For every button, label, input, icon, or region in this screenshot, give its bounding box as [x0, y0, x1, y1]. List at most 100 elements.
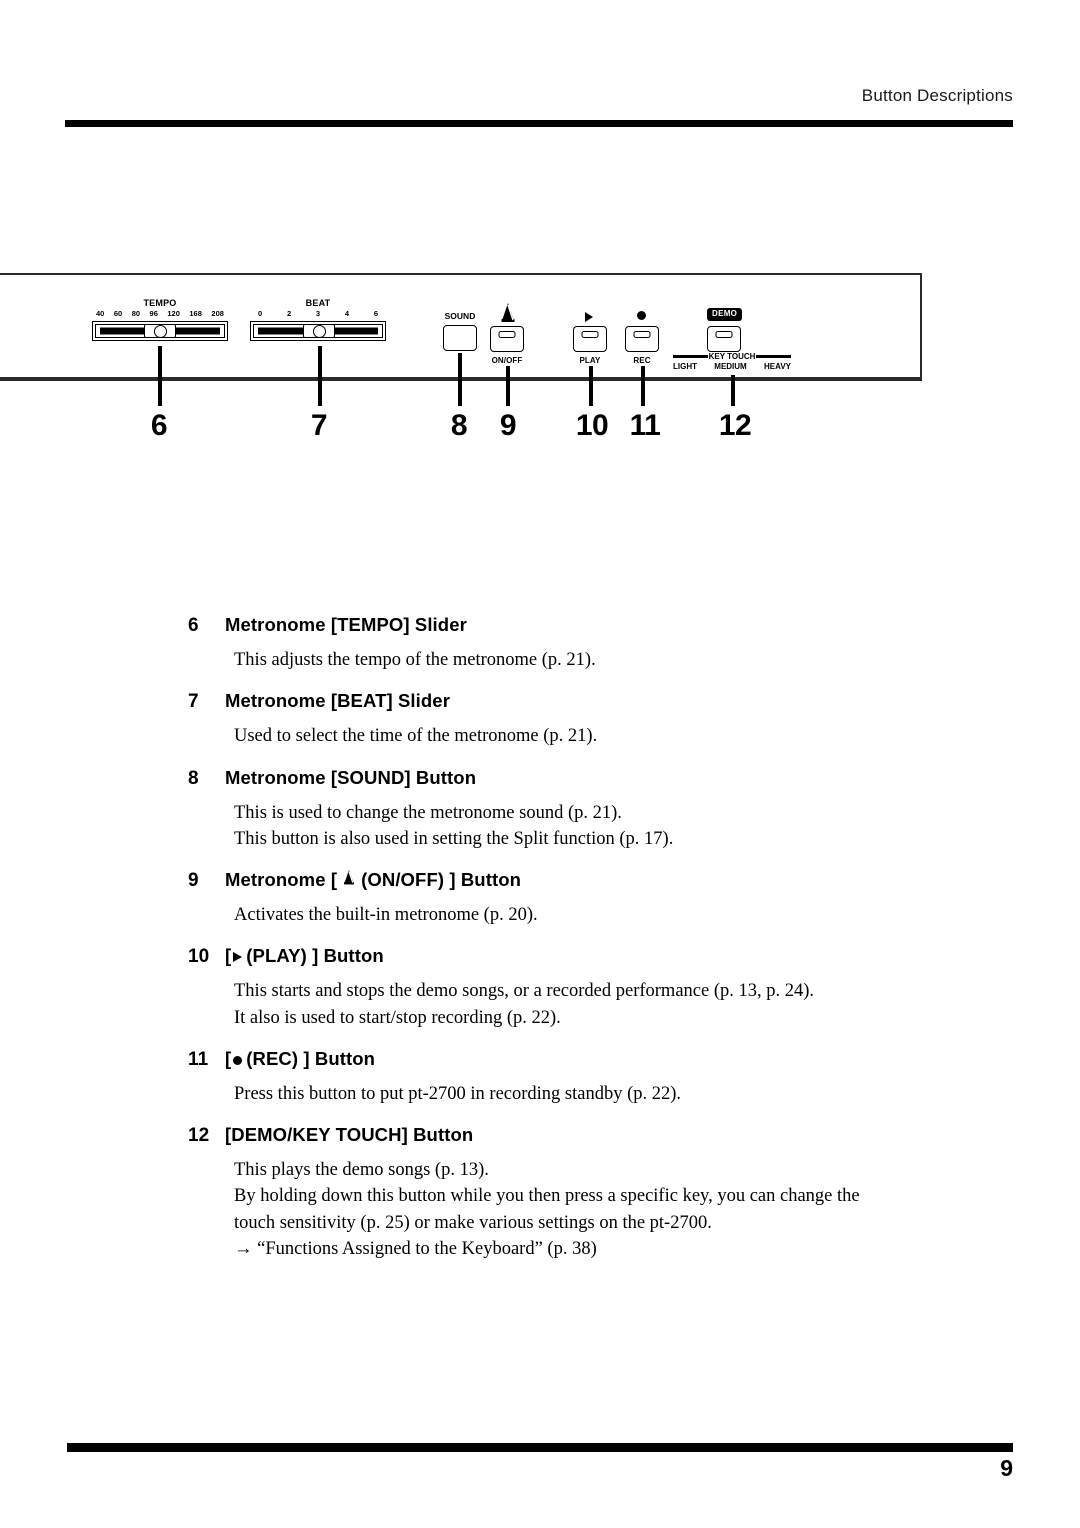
entry-11: 11 [ (REC) ] Button Press this button to…	[188, 1048, 948, 1107]
page-header-title: Button Descriptions	[861, 86, 1013, 105]
tempo-slider-knob[interactable]	[144, 324, 176, 338]
entry-12-heading: 12 [DEMO/KEY TOUCH] Button	[188, 1124, 948, 1147]
tempo-slider-control[interactable]: TEMPO 40 60 80 96 120 168 208	[92, 298, 228, 344]
key-touch-option-medium: MEDIUM	[714, 362, 747, 371]
entry-10-line: It also is used to start/stop recording …	[234, 1007, 561, 1028]
tempo-slider-inner	[95, 324, 225, 338]
entry-9-heading: 9 Metronome [ (ON/OFF) ] Button	[188, 869, 948, 892]
entry-12-line: This plays the demo songs (p. 13).	[234, 1160, 489, 1181]
demo-chip-label: DEMO	[707, 308, 743, 321]
callout-number-7: 7	[310, 409, 328, 442]
rec-button-label: REC	[633, 356, 651, 365]
demo-key-touch-button[interactable]	[707, 326, 741, 352]
key-touch-title-row: KEY TOUCH	[673, 352, 792, 361]
beat-tick: 2	[286, 309, 292, 318]
metronome-onoff-button[interactable]	[490, 326, 524, 352]
leader-line-6	[158, 346, 162, 406]
beat-slider-scale: 0 2 3 4 6	[250, 309, 386, 318]
tempo-tick: 60	[113, 309, 123, 318]
tempo-tick: 208	[211, 309, 224, 318]
callout-number-11: 11	[629, 409, 661, 442]
play-triangle-icon	[585, 312, 593, 322]
leader-line-7	[318, 346, 322, 406]
rec-button[interactable]	[625, 326, 659, 352]
sound-button[interactable]	[443, 325, 477, 351]
entry-8-line: This is used to change the metronome sou…	[234, 802, 622, 823]
key-touch-option-light: LIGHT	[673, 362, 697, 371]
entry-11-number: 11	[188, 1048, 209, 1070]
entry-10-number: 10	[188, 946, 210, 968]
entry-9-title-suffix: (ON/OFF) ] Button	[361, 869, 522, 891]
tempo-slider-frame	[92, 321, 228, 341]
entry-11-title-prefix: [	[225, 1047, 232, 1069]
entry-9-number: 9	[188, 870, 199, 892]
entry-7-heading: 7 Metronome [BEAT] Slider	[188, 690, 948, 713]
entry-6-line: This adjusts the tempo of the metronome …	[234, 650, 596, 670]
beat-tick: 6	[373, 309, 378, 318]
entry-8: 8 Metronome [SOUND] Button This is used …	[188, 767, 948, 853]
entry-8-line: This button is also used in setting the …	[234, 828, 674, 849]
entry-12-body: This plays the demo songs (p. 13). By ho…	[234, 1157, 948, 1262]
entry-8-title: Metronome [SOUND] Button	[225, 766, 477, 788]
tempo-tick: 168	[189, 309, 202, 318]
record-dot-icon	[233, 1055, 243, 1065]
play-button[interactable]	[573, 326, 607, 352]
entry-12-line: → “Functions Assigned to the Keyboard” (…	[234, 1238, 597, 1259]
entry-11-heading: 11 [ (REC) ] Button	[188, 1048, 948, 1071]
leader-line-11	[641, 366, 645, 406]
tempo-tick: 96	[149, 309, 158, 318]
entry-9-line: Activates the built-in metronome (p. 20)…	[234, 905, 538, 926]
callout-number-8: 8	[450, 409, 468, 442]
page-number: 9	[1000, 1455, 1013, 1481]
entry-6-number: 6	[188, 615, 199, 636]
entry-7-number: 7	[188, 691, 199, 713]
entry-9-body: Activates the built-in metronome (p. 20)…	[234, 902, 948, 928]
key-touch-bar-right	[756, 354, 792, 359]
beat-slider-knob[interactable]	[303, 324, 335, 338]
entry-11-body: Press this button to put pt-2700 in reco…	[234, 1081, 948, 1107]
leader-line-8	[458, 353, 462, 406]
beat-slider-inner	[253, 324, 383, 338]
entry-10-heading: 10 [ (PLAY) ] Button	[188, 945, 948, 968]
button-descriptions-list: 6 Metronome [TEMPO] Slider This adjusts …	[188, 614, 948, 1279]
entry-10-title-suffix: (PLAY) ] Button	[246, 945, 384, 967]
entry-7: 7 Metronome [BEAT] Slider Used to select…	[188, 690, 948, 749]
sound-button-label: SOUND	[444, 311, 476, 321]
entry-8-number: 8	[188, 767, 199, 789]
leader-line-9	[506, 366, 510, 406]
key-touch-scale: KEY TOUCH LIGHT MEDIUM HEAVY	[673, 352, 792, 374]
entry-9: 9 Metronome [ (ON/OFF) ] Button Activate…	[188, 869, 948, 928]
entry-12: 12 [DEMO/KEY TOUCH] Button This plays th…	[188, 1124, 948, 1262]
leader-line-10	[589, 366, 593, 406]
metronome-onoff-label: ON/OFF	[491, 356, 523, 365]
footer-rule	[67, 1443, 1013, 1452]
tempo-slider-title: TEMPO	[143, 298, 177, 308]
entry-10-body: This starts and stops the demo songs, or…	[234, 978, 948, 1031]
beat-slider-title: BEAT	[305, 298, 331, 308]
header-rule	[65, 120, 1013, 127]
entry-6: 6 Metronome [TEMPO] Slider This adjusts …	[188, 614, 948, 673]
tempo-tick: 120	[167, 309, 180, 318]
key-touch-bar-left	[673, 354, 708, 359]
entry-11-title-suffix: (REC) ] Button	[246, 1047, 376, 1069]
beat-slider-frame	[250, 321, 386, 341]
entry-9-title-prefix: Metronome [	[225, 869, 338, 891]
entry-10-line: This starts and stops the demo songs, or…	[234, 981, 815, 1002]
entry-12-line: By holding down this button while you th…	[234, 1186, 860, 1207]
key-touch-option-heavy: HEAVY	[764, 362, 791, 371]
entry-6-title: Metronome [TEMPO] Slider	[225, 614, 467, 635]
play-triangle-icon	[233, 952, 243, 963]
metronome-icon	[340, 869, 358, 891]
entry-7-body: Used to select the time of the metronome…	[234, 723, 948, 749]
metronome-icon	[496, 302, 520, 324]
record-dot-icon	[637, 311, 646, 320]
entry-10-title-prefix: [	[225, 945, 232, 967]
entry-8-body: This is used to change the metronome sou…	[234, 800, 948, 853]
entry-12-title: [DEMO/KEY TOUCH] Button	[225, 1124, 474, 1146]
beat-tick: 4	[344, 309, 350, 318]
beat-tick: 0	[258, 309, 263, 318]
beat-slider-control[interactable]: BEAT 0 2 3 4 6	[250, 298, 386, 344]
entry-11-line: Press this button to put pt-2700 in reco…	[234, 1083, 682, 1104]
play-button-label: PLAY	[579, 356, 601, 365]
entry-7-line: Used to select the time of the metronome…	[234, 726, 598, 747]
